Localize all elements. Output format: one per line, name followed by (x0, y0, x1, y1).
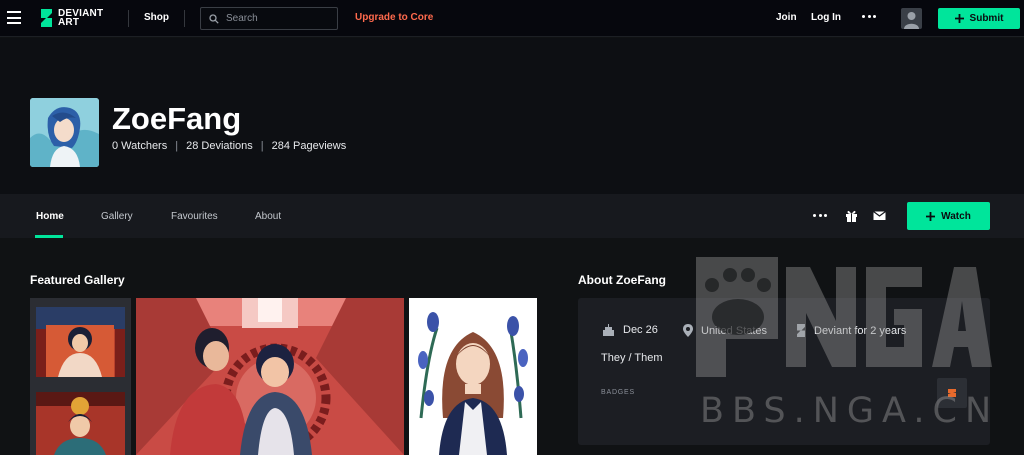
deviantart-icon (797, 324, 805, 337)
shop-link[interactable]: Shop (144, 12, 169, 23)
gallery-thumbnail[interactable] (409, 298, 537, 455)
pronouns-text: They / Them (601, 352, 663, 364)
plus-icon (926, 211, 936, 221)
more-icon[interactable] (813, 214, 827, 217)
watermark-text: BBS.NGA.CN (700, 391, 1000, 431)
gallery-thumbnail[interactable] (136, 298, 404, 455)
member-since-text: Deviant for 2 years (814, 324, 907, 337)
search-icon (209, 13, 219, 24)
profile-avatar[interactable] (30, 98, 99, 167)
tab-gallery[interactable]: Gallery (101, 211, 133, 222)
menu-icon[interactable] (7, 11, 21, 24)
profile-username: ZoeFang (112, 101, 242, 136)
watch-button[interactable]: Watch (907, 202, 990, 230)
nav-divider (184, 10, 185, 27)
nav-divider (128, 10, 129, 27)
gallery-thumbnail[interactable] (36, 307, 125, 377)
location-icon (683, 324, 693, 337)
tab-favourites[interactable]: Favourites (171, 211, 218, 222)
logo-line-2: ART (58, 17, 80, 28)
watch-label: Watch (941, 210, 971, 222)
search-input[interactable]: Search (200, 7, 338, 30)
search-placeholder: Search (226, 13, 258, 24)
tab-about[interactable]: About (255, 211, 281, 222)
location-info: United States (683, 324, 767, 337)
submit-button[interactable]: Submit (938, 8, 1020, 29)
featured-gallery-title: Featured Gallery (30, 273, 125, 287)
cake-icon (603, 324, 614, 336)
badges-label: BADGES (601, 389, 635, 396)
active-tab-indicator (35, 235, 63, 238)
gift-icon[interactable] (845, 209, 858, 222)
top-navigation: DEVIANT ART Shop Search Upgrade to Core … (0, 0, 1024, 37)
tab-home[interactable]: Home (36, 211, 64, 222)
gallery-thumbnail[interactable] (36, 392, 125, 455)
submit-label: Submit (969, 13, 1004, 24)
join-link[interactable]: Join (776, 12, 797, 23)
birthday-text: Dec 26 (623, 324, 658, 336)
profile-stats: 0 Watchers | 28 Deviations | 284 Pageviews (112, 140, 347, 152)
about-title: About ZoeFang (578, 273, 666, 287)
watchers-count[interactable]: 0 Watchers (112, 140, 167, 152)
upgrade-link[interactable]: Upgrade to Core (355, 12, 433, 23)
deviantart-logo-icon (41, 9, 52, 27)
profile-header: ZoeFang 0 Watchers | 28 Deviations | 284 Pag… (0, 38, 1024, 194)
pageviews-count: 284 Pageviews (271, 140, 347, 152)
user-icon[interactable] (901, 8, 922, 29)
gallery-thumbnail-column (30, 298, 131, 455)
location-text: United States (701, 324, 768, 337)
birthday-info: Dec 26 (602, 324, 658, 336)
plus-icon (954, 14, 964, 23)
member-since-info: Deviant for 2 years (796, 324, 906, 337)
profile-tabs: Home Gallery Favourites About Watch (0, 194, 1024, 238)
deviations-count[interactable]: 28 Deviations (186, 140, 253, 152)
deviantart-logo[interactable]: DEVIANT ART (40, 9, 103, 28)
more-icon[interactable] (862, 15, 876, 18)
mail-icon[interactable] (873, 209, 886, 222)
login-link[interactable]: Log In (811, 12, 841, 23)
